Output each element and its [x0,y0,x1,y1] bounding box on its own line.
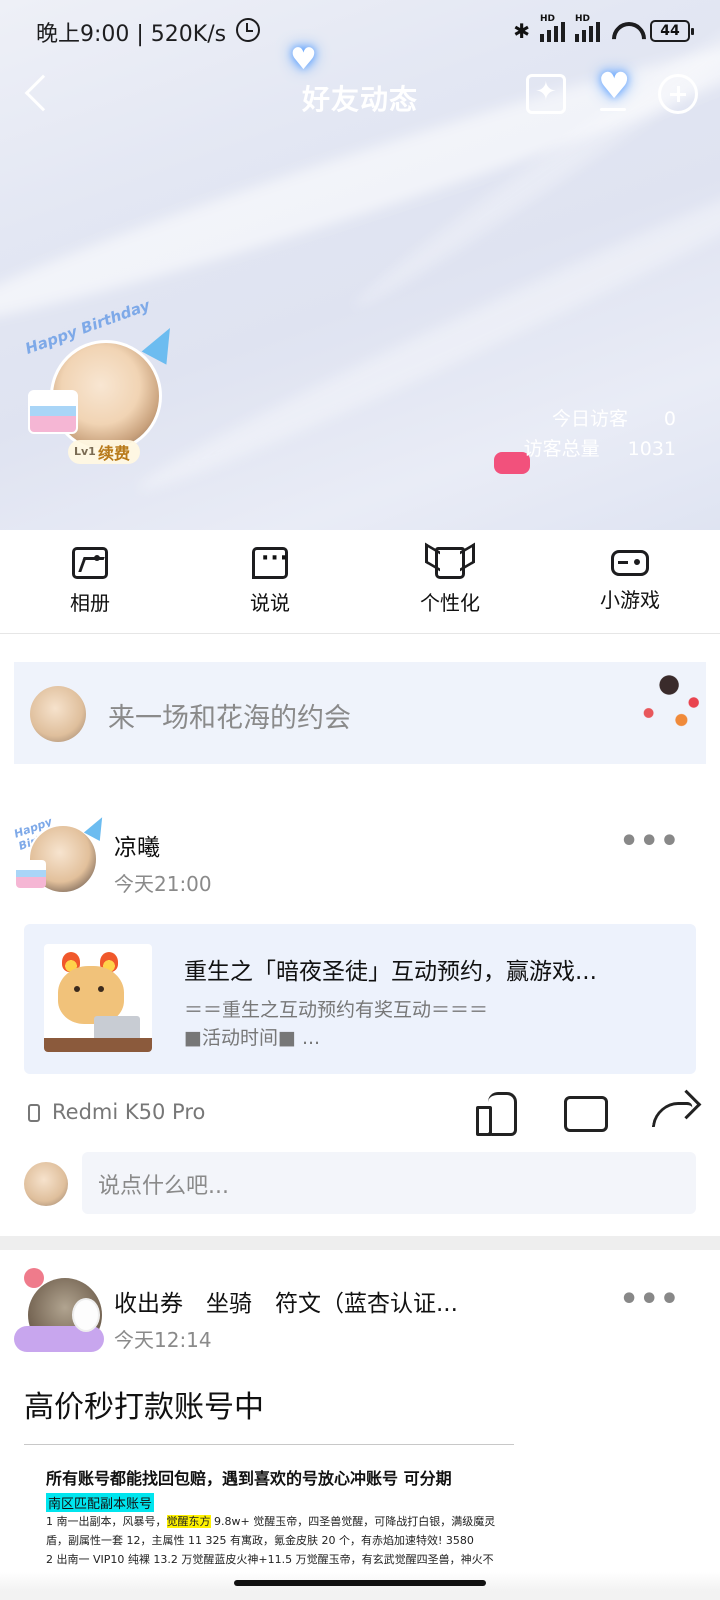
image-heading: 所有账号都能找回包赔，遇到喜欢的号放心冲账号 可分期 [46,1469,452,1488]
image-line: 1 南一出副本，风暴号，觉醒东方 9.8w+ 觉醒玉帝，四圣兽觉醒，可降战打白银… [46,1515,496,1547]
post-author-name[interactable]: 凉曦 [114,828,160,862]
post-author-avatar[interactable] [14,1268,106,1360]
nav-bar: 好友动态 [0,66,720,126]
today-visitors-value: 0 [663,408,676,430]
shared-link-card[interactable]: 重生之「暗夜圣徒」互动预约，赢游戏... ＝＝重生之互动预约有奖互动＝＝＝ ■活… [24,924,696,1074]
flower-girl-decoration [624,664,706,734]
total-visitors-label: 访客总量 [523,438,600,460]
gamepad-icon [611,550,649,576]
tool-album-label: 相册 [70,591,110,615]
tool-minigame-label: 小游戏 [600,588,660,612]
cake-icon [16,860,46,888]
signal-icon-2: HD [575,14,600,42]
post-footer: Redmi K50 Pro [24,1092,704,1136]
status-icons: ✱ HD HD 44 [513,14,694,46]
image-line: 2 出南一 VIP10 纯裸 13.2 万觉醒蓝皮火神+11.5 万觉醒玉帝，有… [46,1553,494,1566]
home-indicator[interactable] [234,1580,486,1586]
post-divider [0,1236,720,1250]
tool-personalize-label: 个性化 [420,591,480,615]
share-icon[interactable] [654,1092,698,1134]
battery-icon: 44 [650,20,694,42]
device-name: Redmi K50 Pro [52,1100,206,1124]
sparkle-icon[interactable] [526,74,566,114]
share-title: 重生之「暗夜圣徒」互动预约，赢游戏... [184,959,597,985]
visitor-stats[interactable]: 今日访客 0 访客总量 1031 [524,404,676,464]
share-desc-line: ■活动时间■ ... [184,1027,321,1049]
share-thumbnail [44,944,152,1052]
signal-icon-1: HD [540,14,565,42]
comment-input[interactable]: 说点什么吧... [82,1152,696,1214]
lantern-icon [24,1268,44,1288]
like-icon[interactable] [476,1092,520,1136]
image-tag: 南区匹配副本账号 [46,1493,155,1512]
profile-avatar[interactable]: Happy Birthday Lv1 续费 [23,296,183,468]
today-visitors-label: 今日访客 [551,408,628,430]
status-bar: 晚上9:00 | 520K/s ✱ HD HD 44 [0,0,720,64]
wifi-icon [610,20,640,42]
avatar [24,1162,68,1206]
tool-shuoshuo-label: 说说 [250,591,290,615]
avatar [30,686,86,742]
comment-row: 说点什么吧... [24,1152,696,1214]
post-author-name[interactable]: 收出券 坐骑 符文（蓝杏认证... [114,1284,458,1318]
tool-minigame[interactable]: 小游戏 [540,530,720,633]
share-description: ＝＝重生之互动预约有奖互动＝＝＝ ■活动时间■ ... [184,996,664,1052]
post-text: 高价秒打款账号中 [24,1390,264,1425]
alarm-icon [236,18,260,42]
album-icon [72,547,108,579]
post-time: 今天12:14 [114,1328,212,1352]
phone-icon [28,1104,40,1122]
tool-album[interactable]: 相册 [0,530,180,633]
bunny-icon [72,1298,100,1332]
message-icon [252,546,289,579]
compose-box[interactable]: 来一场和花海的约会 [14,662,706,764]
comment-icon[interactable] [564,1092,608,1134]
post-author-avatar[interactable]: Happy Birthday [12,810,111,902]
tool-shuoshuo[interactable]: 说说 [180,530,360,633]
more-icon[interactable]: ••• [619,1282,680,1317]
total-visitors-value: 1031 [627,438,676,460]
post-time: 今天21:00 [114,872,212,896]
level-text: Lv1 [74,445,96,458]
add-icon[interactable] [658,74,698,114]
compose-placeholder[interactable]: 来一场和花海的约会 [108,696,351,735]
more-icon[interactable]: ••• [619,824,680,859]
feature-toolbar: 相册 说说 个性化 小游戏 [0,530,720,634]
renew-button[interactable]: 续费 [98,440,130,464]
status-time: 晚上9:00 | 520K/s [36,22,227,47]
cake-icon [28,390,78,434]
tool-personalize[interactable]: 个性化 [360,530,540,633]
bluetooth-icon: ✱ [513,19,530,43]
share-desc-line: ＝＝重生之互动预约有奖互动＝＝＝ [184,999,489,1021]
bottom-fade [0,1572,720,1600]
shirt-icon [435,547,465,579]
heart-light-icon[interactable] [594,66,634,114]
level-badge[interactable]: Lv1 续费 [68,440,141,464]
